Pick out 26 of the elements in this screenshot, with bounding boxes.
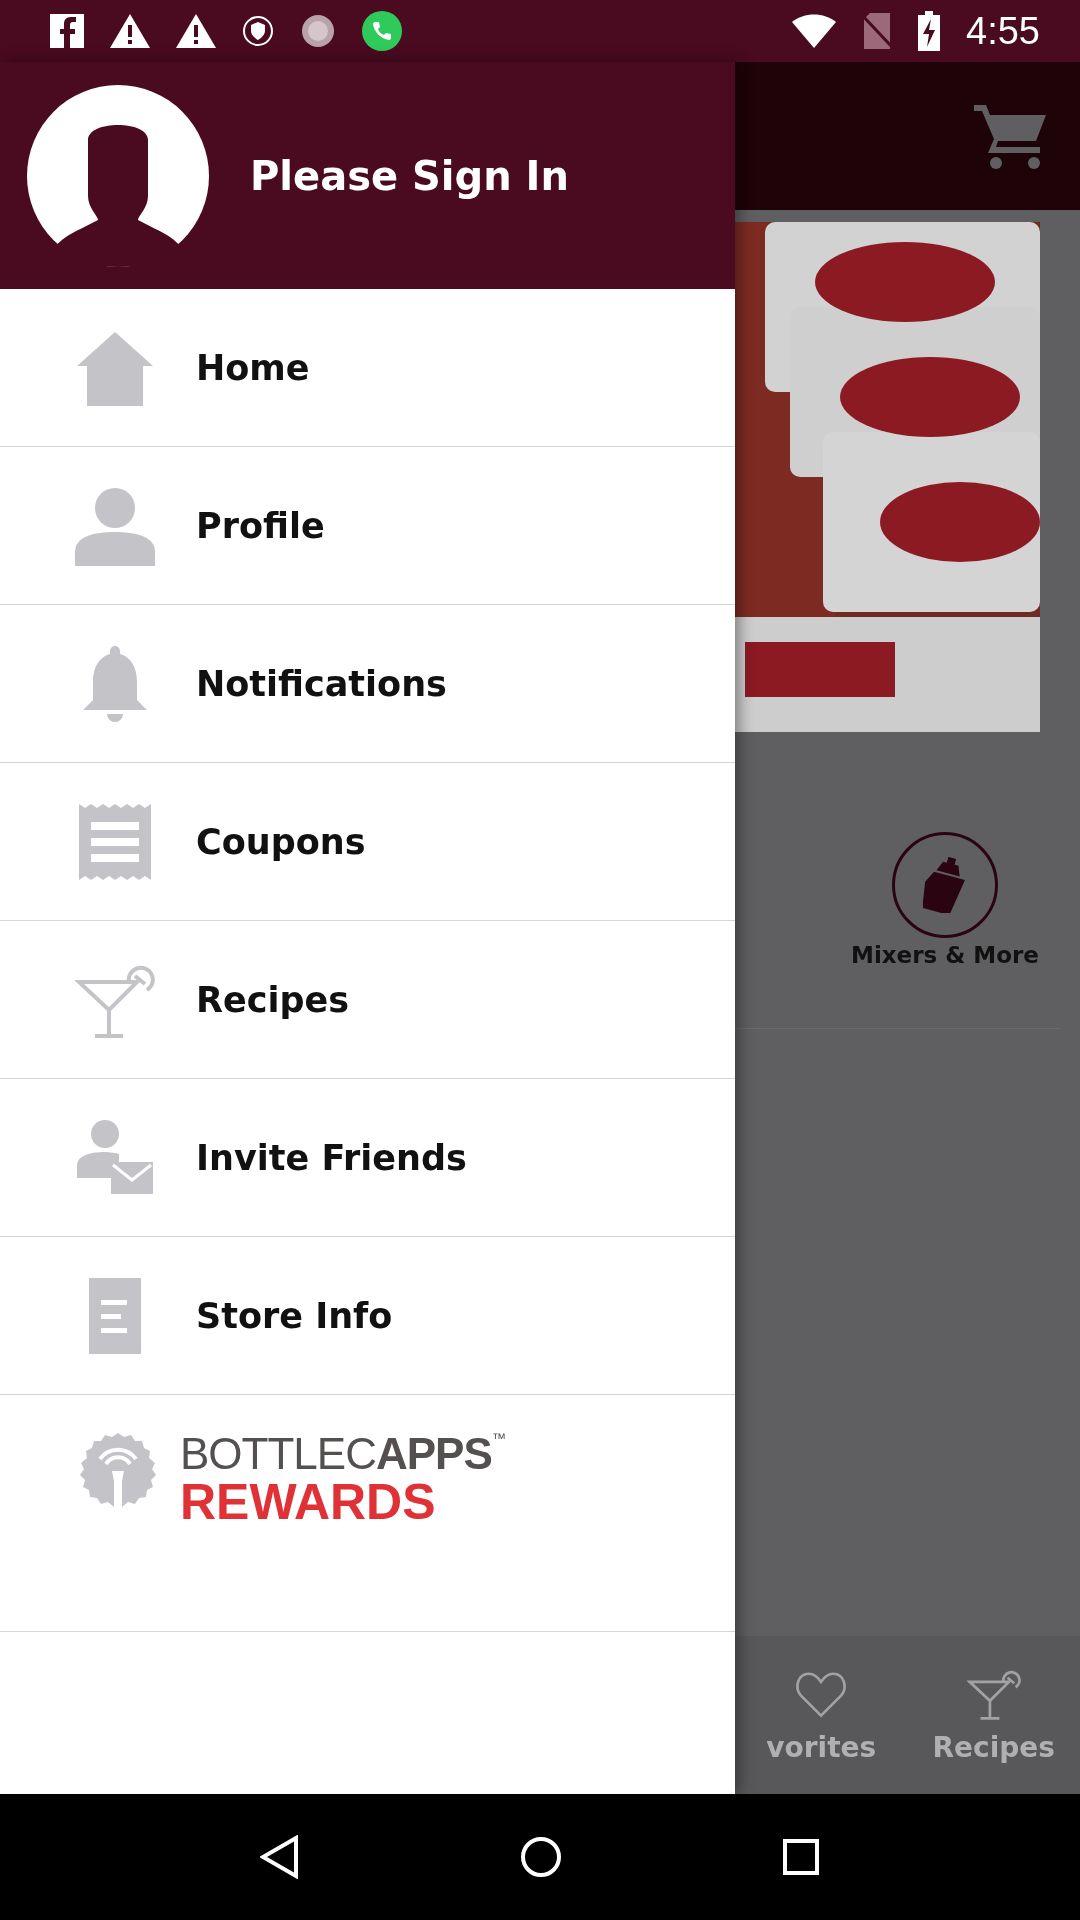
battery-icon [918,11,941,51]
warning-icon [176,14,216,48]
back-icon[interactable] [260,1835,300,1879]
menu-item[interactable]: Notifications [0,605,735,763]
brand-name: BOTTLECAPPS$^{™}$ [180,1431,505,1478]
loading-icon [300,13,336,49]
wifi-icon [792,14,837,48]
menu-item[interactable]: Home [0,289,735,447]
shield-icon [242,15,274,47]
menu-item[interactable]: Profile [0,447,735,605]
brand-tagline: REWARDS [180,1477,437,1528]
menu-item[interactable]: Store Info [0,1237,735,1395]
facebook-icon [50,14,84,48]
warning-icon [110,14,150,48]
menu-item[interactable]: Coupons [0,763,735,921]
phone-icon [362,11,402,51]
avatar-icon[interactable] [26,83,210,268]
no-sim-icon [862,13,893,49]
menu-item[interactable]: Recipes [0,921,735,1079]
status-time: 4:55 [966,9,1040,53]
shaker-icon [923,857,967,913]
home-button-icon[interactable] [520,1836,562,1878]
person-icon [75,485,155,566]
recent-apps-icon[interactable] [782,1838,820,1876]
menu-item[interactable]: Invite Friends [0,1079,735,1237]
sign-in-link[interactable]: Please Sign In [250,152,569,199]
